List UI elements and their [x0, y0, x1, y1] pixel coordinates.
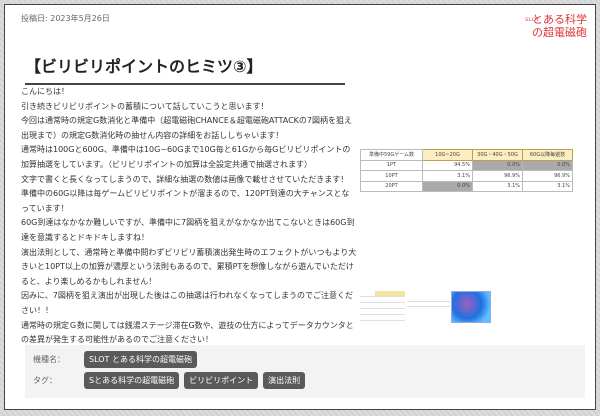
table-cell: 96.9% — [472, 170, 523, 182]
paragraph: 因みに、7図柄を狙え演出が出現した後はこの抽選は行われなくなってしまうのでご注意… — [21, 291, 354, 315]
paragraph: こんにちは！ — [21, 87, 69, 96]
table-cell: 0.0% — [472, 159, 523, 171]
logo: SLOT とある科学の超電磁砲 — [525, 13, 587, 39]
tag-link[interactable]: ビリビリポイント — [184, 372, 259, 389]
paragraph: 準備中の60G以降は毎ゲームビリビリポイントが溜まるので、120PT到達の大チャ… — [21, 189, 350, 213]
paragraph: 60G到達はなかなか難しいですが、準備中に7図柄を狙えがなかなか出てこないときは… — [21, 218, 355, 242]
model-tag[interactable]: SLOT とある科学の超電磁砲 — [84, 351, 197, 368]
table-cell: 1PT — [360, 159, 423, 171]
thumbnail-effect-image[interactable] — [451, 291, 491, 323]
thumbnail-table-image-2[interactable] — [407, 297, 450, 307]
table-header: 準備中59Gゲーム数 — [360, 149, 423, 161]
table-cell: 3.1% — [472, 180, 523, 192]
tag-link[interactable]: 演出法則 — [263, 372, 306, 389]
paragraph: 通常時の規定Ｇ数に関しては銭湯ステージ滞在G数や、遊技の仕方によってデータカウン… — [21, 320, 354, 345]
tag-label: タグ： — [33, 376, 57, 385]
table-row: 20PT 0.0% 3.1% 3.1% — [360, 180, 573, 192]
paragraph: 引き続きビリビリポイントの蓄積について話していこうと思います！ — [21, 101, 269, 111]
table-cell: 10PT — [360, 170, 423, 182]
table-cell: 20PT — [360, 180, 423, 192]
table-header: 30G・40G・50G — [472, 149, 523, 161]
paragraph: 文字で書くと長くなってしまうので、詳細な抽選の数値は画像で載せさせていただきます… — [21, 174, 349, 184]
table-cell: 3.1% — [522, 180, 573, 192]
table-row: 1PT 94.5% 0.0% 0.0% — [360, 159, 573, 171]
paragraph: 演出法則として、通常時と準備中問わずビリビリ蓄積演出発生時のエフェクトがいつもよ… — [21, 247, 357, 286]
post-body: こんにちは！ 引き続きビリビリポイントの蓄積について話していこうと思います！ 今… — [21, 85, 357, 348]
thumbnail-table-image[interactable] — [360, 291, 405, 321]
table-header: 60G以降毎遊技 — [522, 149, 573, 161]
post-title: 【ビリビリポイントのヒミツ③】 — [25, 53, 345, 85]
post-meta: 機種名： SLOT とある科学の超電磁砲 タグ： Sとある科学の超電磁砲 ビリビ… — [25, 345, 585, 398]
table-cell: 0.0% — [422, 180, 473, 192]
table-cell: 96.9% — [522, 170, 573, 182]
post-date: 投稿日: 2023年5月26日 — [21, 14, 110, 23]
table-cell: 3.1% — [422, 170, 473, 182]
table-cell: 94.5% — [422, 159, 473, 171]
paragraph: 今回は通常時の規定G数消化と準備中（超電磁砲CHANCE＆超電磁砲ATTACKの… — [21, 116, 353, 140]
table-cell: 0.0% — [522, 159, 573, 171]
model-label: 機種名： — [33, 355, 65, 364]
table-row: 10PT 3.1% 96.9% 96.9% — [360, 170, 573, 182]
post-card: 投稿日: 2023年5月26日 SLOT とある科学の超電磁砲 【ビリビリポイント… — [4, 4, 596, 410]
tag-link[interactable]: Sとある科学の超電磁砲 — [84, 372, 180, 389]
lottery-table: 準備中59Gゲーム数 10G~20G 30G・40G・50G 60G以降毎遊技 … — [360, 149, 573, 192]
paragraph: 通常時は100Gと600G、準備中は10G~60Gまで10G毎と61Gから毎Gビ… — [21, 145, 351, 169]
table-header: 10G~20G — [422, 149, 473, 161]
